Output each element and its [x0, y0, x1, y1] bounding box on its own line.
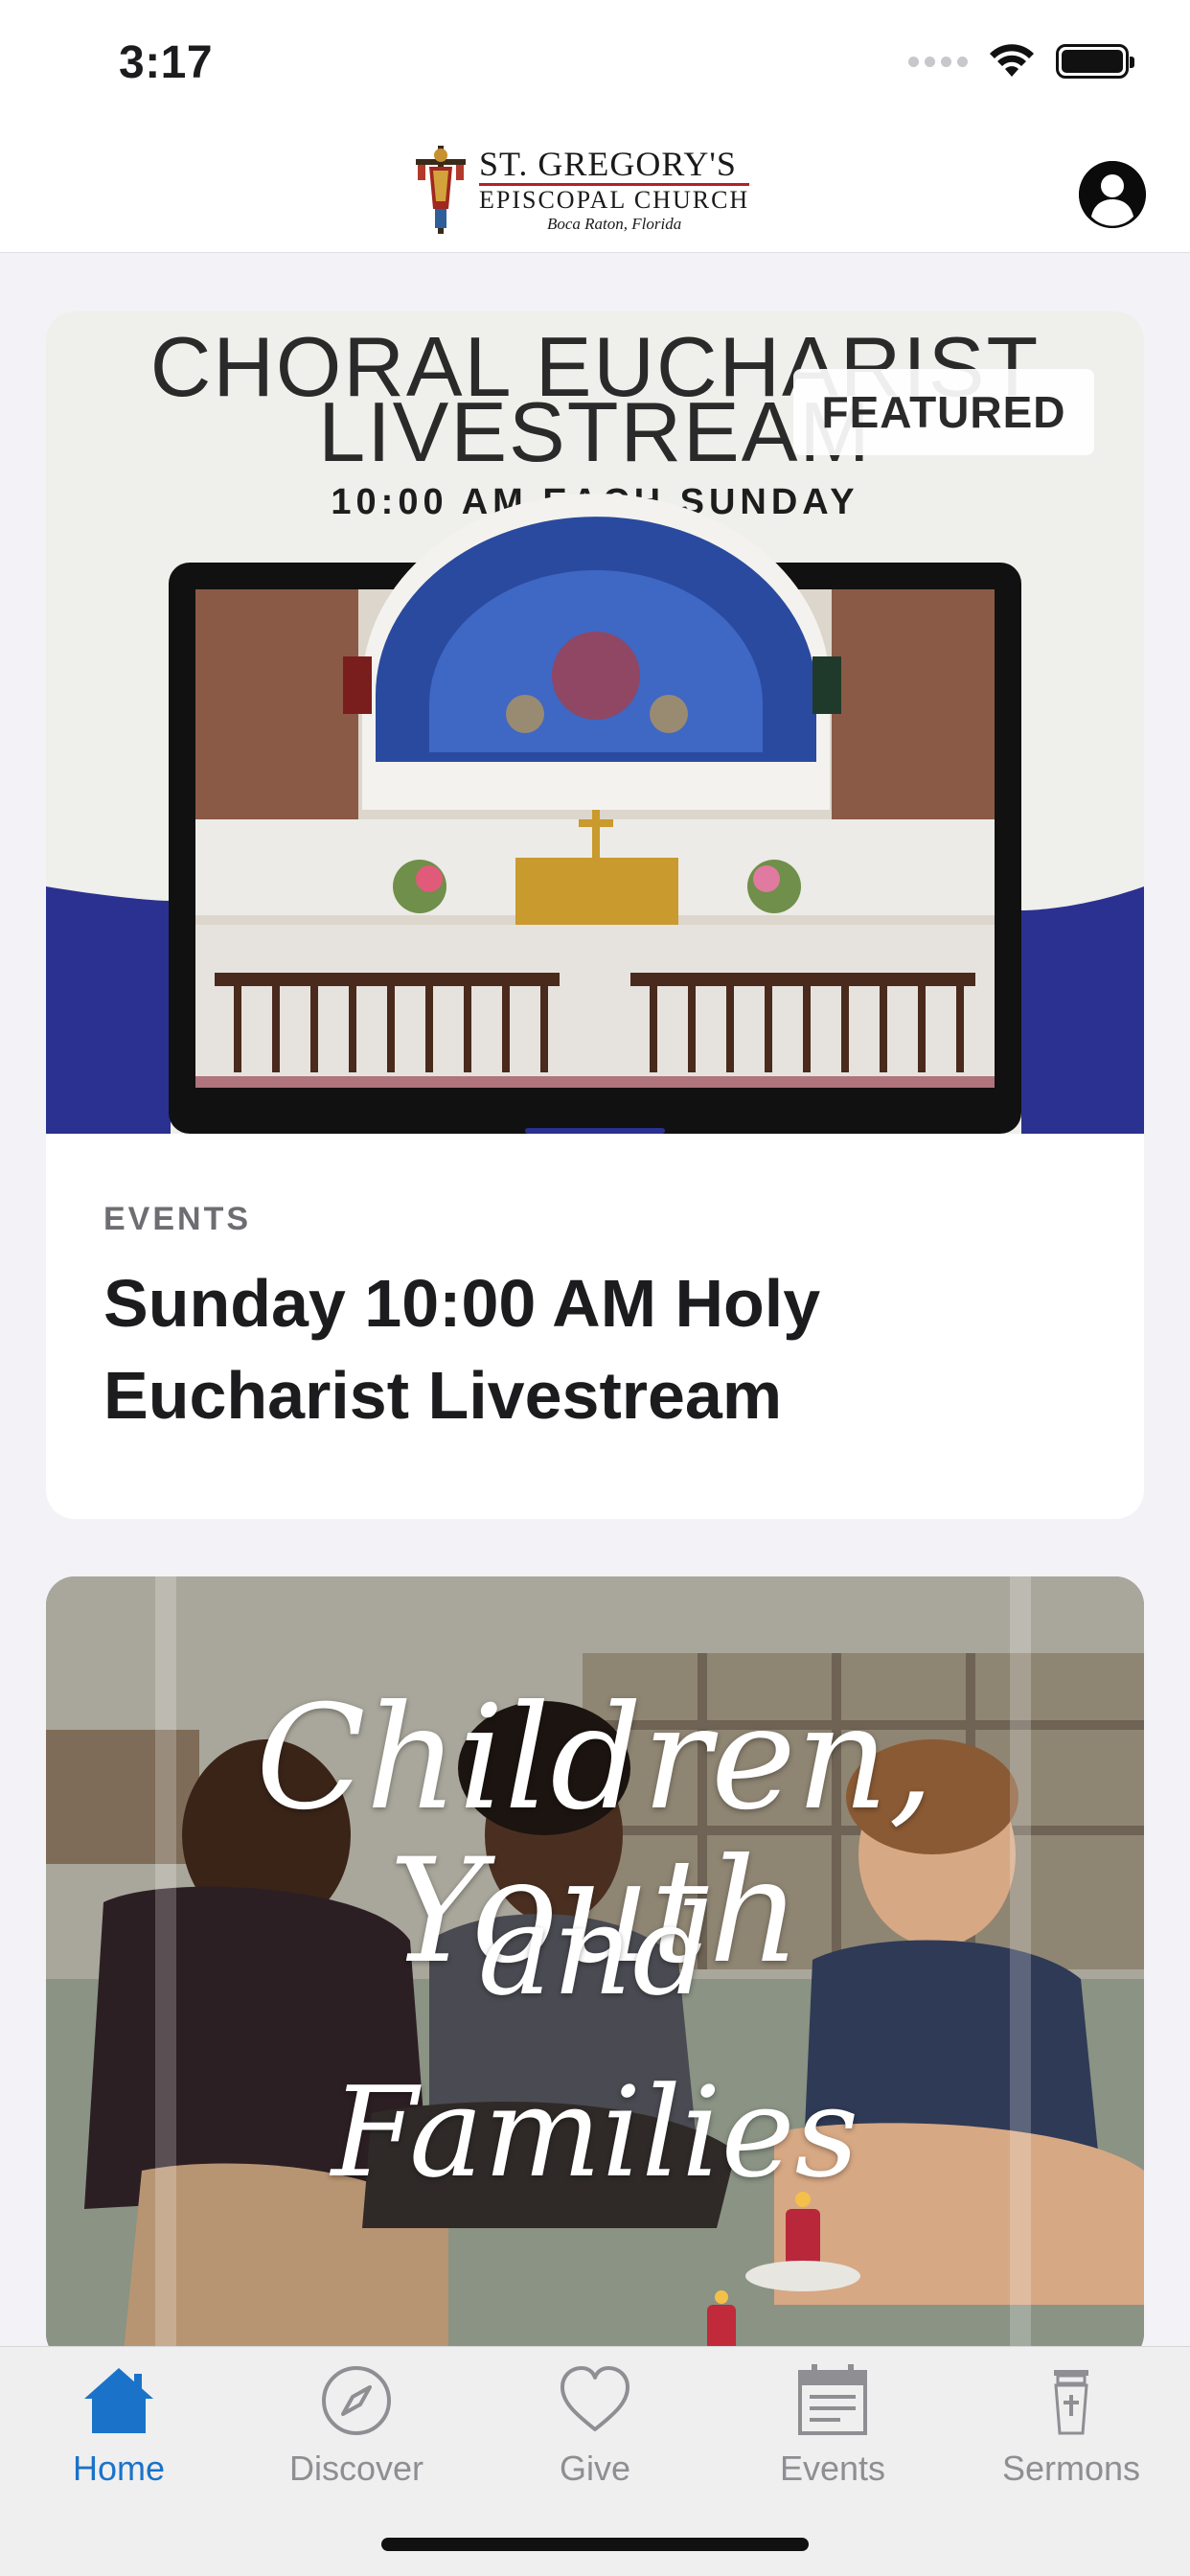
church-logo[interactable]: ST. GREGORY'S EPISCOPAL CHURCH Boca Rato… — [410, 140, 784, 240]
status-bar: 3:17 — [0, 0, 1190, 126]
battery-icon — [1056, 44, 1134, 79]
logo-text: ST. GREGORY'S EPISCOPAL CHURCH Boca Rato… — [479, 147, 750, 234]
calendar-icon — [798, 2364, 867, 2435]
featured-badge: FEATURED — [793, 369, 1094, 455]
home-feed[interactable]: CHORAL EUCHARIST LIVESTREAM 10:00 AM EAC… — [0, 254, 1190, 2346]
signal-icon — [908, 56, 968, 67]
wifi-icon — [990, 44, 1034, 77]
nav-header: ST. GREGORY'S EPISCOPAL CHURCH Boca Rato… — [0, 126, 1190, 253]
logo-line-3: Boca Raton, Florida — [546, 214, 682, 233]
crucifix-logo-icon — [416, 146, 466, 234]
card-image-title-line-2: and — [477, 1877, 713, 2023]
logo-line-1: ST. GREGORY'S — [479, 147, 750, 186]
children-youth-families-card[interactable]: Children, Youth and Families — [46, 1576, 1144, 2346]
person-icon — [1079, 161, 1146, 228]
logo-line-2: EPISCOPAL CHURCH — [479, 185, 750, 214]
tab-discover[interactable]: Discover — [238, 2347, 475, 2500]
home-indicator[interactable] — [381, 2538, 809, 2551]
heart-icon — [561, 2366, 629, 2431]
card-image-title-line-3: Families — [331, 2059, 859, 2205]
card-image: CHORAL EUCHARIST LIVESTREAM 10:00 AM EAC… — [46, 311, 1144, 1134]
tab-events[interactable]: Events — [714, 2347, 951, 2500]
pulpit-icon — [1054, 2370, 1088, 2435]
card-body: EVENTS Sunday 10:00 AM Holy Eucharist Li… — [46, 1134, 1144, 1441]
profile-button[interactable] — [1079, 161, 1146, 228]
card-title: Sunday 10:00 AM Holy Eucharist Livestrea… — [103, 1266, 821, 1433]
status-time: 3:17 — [119, 37, 214, 88]
tab-give[interactable]: Give — [476, 2347, 714, 2500]
compass-icon — [322, 2366, 391, 2435]
status-icons — [908, 44, 1134, 79]
tab-home[interactable]: Home — [0, 2347, 238, 2500]
tab-label: Events — [779, 2449, 886, 2488]
featured-event-card[interactable]: CHORAL EUCHARIST LIVESTREAM 10:00 AM EAC… — [46, 311, 1144, 1519]
tab-label: Give — [559, 2449, 631, 2488]
tab-label: Sermons — [1001, 2449, 1141, 2488]
tab-label: Discover — [288, 2449, 424, 2488]
tab-sermons[interactable]: Sermons — [952, 2347, 1190, 2500]
home-icon — [84, 2368, 153, 2433]
tab-label: Home — [72, 2449, 166, 2488]
card-category: EVENTS — [103, 1201, 252, 1237]
